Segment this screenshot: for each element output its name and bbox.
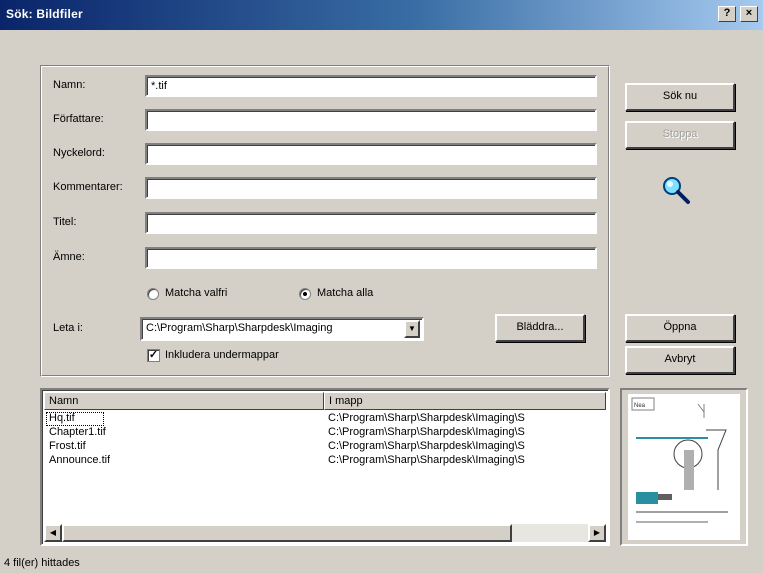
magnifier-icon xyxy=(658,172,694,208)
look-in-value: C:\Program\Sharp\Sharpdesk\Imaging xyxy=(146,322,333,334)
keywords-field[interactable] xyxy=(145,143,597,165)
title-field[interactable] xyxy=(145,212,597,234)
match-any-label: Matcha valfri xyxy=(165,287,228,299)
column-header-name[interactable]: Namn xyxy=(44,392,324,410)
scroll-left-icon[interactable]: ◀ xyxy=(44,524,62,542)
chevron-down-icon[interactable]: ▼ xyxy=(404,320,420,338)
match-all-radio[interactable] xyxy=(299,288,311,300)
browse-button[interactable]: Bläddra... xyxy=(495,314,585,342)
document-thumbnail: Nea xyxy=(628,394,740,540)
scroll-right-icon[interactable]: ▶ xyxy=(588,524,606,542)
open-button[interactable]: Öppna xyxy=(625,314,735,342)
cancel-button[interactable]: Avbryt xyxy=(625,346,735,374)
window-title: Sök: Bildfiler xyxy=(6,7,83,21)
results-list[interactable]: Namn I mapp Hq.tif C:\Program\Sharp\Shar… xyxy=(40,388,610,546)
subject-label: Ämne: xyxy=(53,251,85,263)
row-name[interactable]: Chapter1.tif xyxy=(49,426,106,438)
author-label: Författare: xyxy=(53,113,104,125)
horizontal-scrollbar[interactable]: ◀ ▶ xyxy=(44,524,606,542)
look-in-combo[interactable]: C:\Program\Sharp\Sharpdesk\Imaging xyxy=(140,317,424,341)
title-bar: Sök: Bildfiler ? × xyxy=(0,0,763,30)
row-folder[interactable]: C:\Program\Sharp\Sharpdesk\Imaging\S xyxy=(328,440,606,452)
include-subfolders-checkbox[interactable]: ✓ xyxy=(147,349,160,362)
name-field[interactable]: *.tif xyxy=(145,75,597,97)
author-field[interactable] xyxy=(145,109,597,131)
help-button[interactable]: ? xyxy=(718,6,736,22)
comments-label: Kommentarer: xyxy=(53,181,123,193)
row-name[interactable]: Announce.tif xyxy=(49,454,110,466)
row-name[interactable]: Frost.tif xyxy=(49,440,86,452)
status-bar: 4 fil(er) hittades xyxy=(0,553,763,573)
look-in-label: Leta i: xyxy=(53,322,83,334)
include-subfolders-label: Inkludera undermappar xyxy=(165,349,279,361)
keywords-label: Nyckelord: xyxy=(53,147,105,159)
column-header-folder[interactable]: I mapp xyxy=(324,392,606,410)
subject-field[interactable] xyxy=(145,247,597,269)
row-folder[interactable]: C:\Program\Sharp\Sharpdesk\Imaging\S xyxy=(328,412,606,424)
comments-field[interactable] xyxy=(145,177,597,199)
svg-text:Nea: Nea xyxy=(634,403,646,409)
match-any-radio[interactable] xyxy=(147,288,159,300)
row-folder[interactable]: C:\Program\Sharp\Sharpdesk\Imaging\S xyxy=(328,426,606,438)
preview-pane: Nea xyxy=(620,388,748,546)
name-label: Namn: xyxy=(53,79,86,91)
stop-button[interactable]: Stoppa xyxy=(625,121,735,149)
row-name[interactable]: Hq.tif xyxy=(49,412,75,424)
scroll-thumb[interactable] xyxy=(62,524,512,542)
close-button[interactable]: × xyxy=(740,6,758,22)
search-now-button[interactable]: Sök nu xyxy=(625,83,735,111)
row-folder[interactable]: C:\Program\Sharp\Sharpdesk\Imaging\S xyxy=(328,454,606,466)
match-all-label: Matcha alla xyxy=(317,287,374,299)
title-label: Titel: xyxy=(53,216,77,228)
